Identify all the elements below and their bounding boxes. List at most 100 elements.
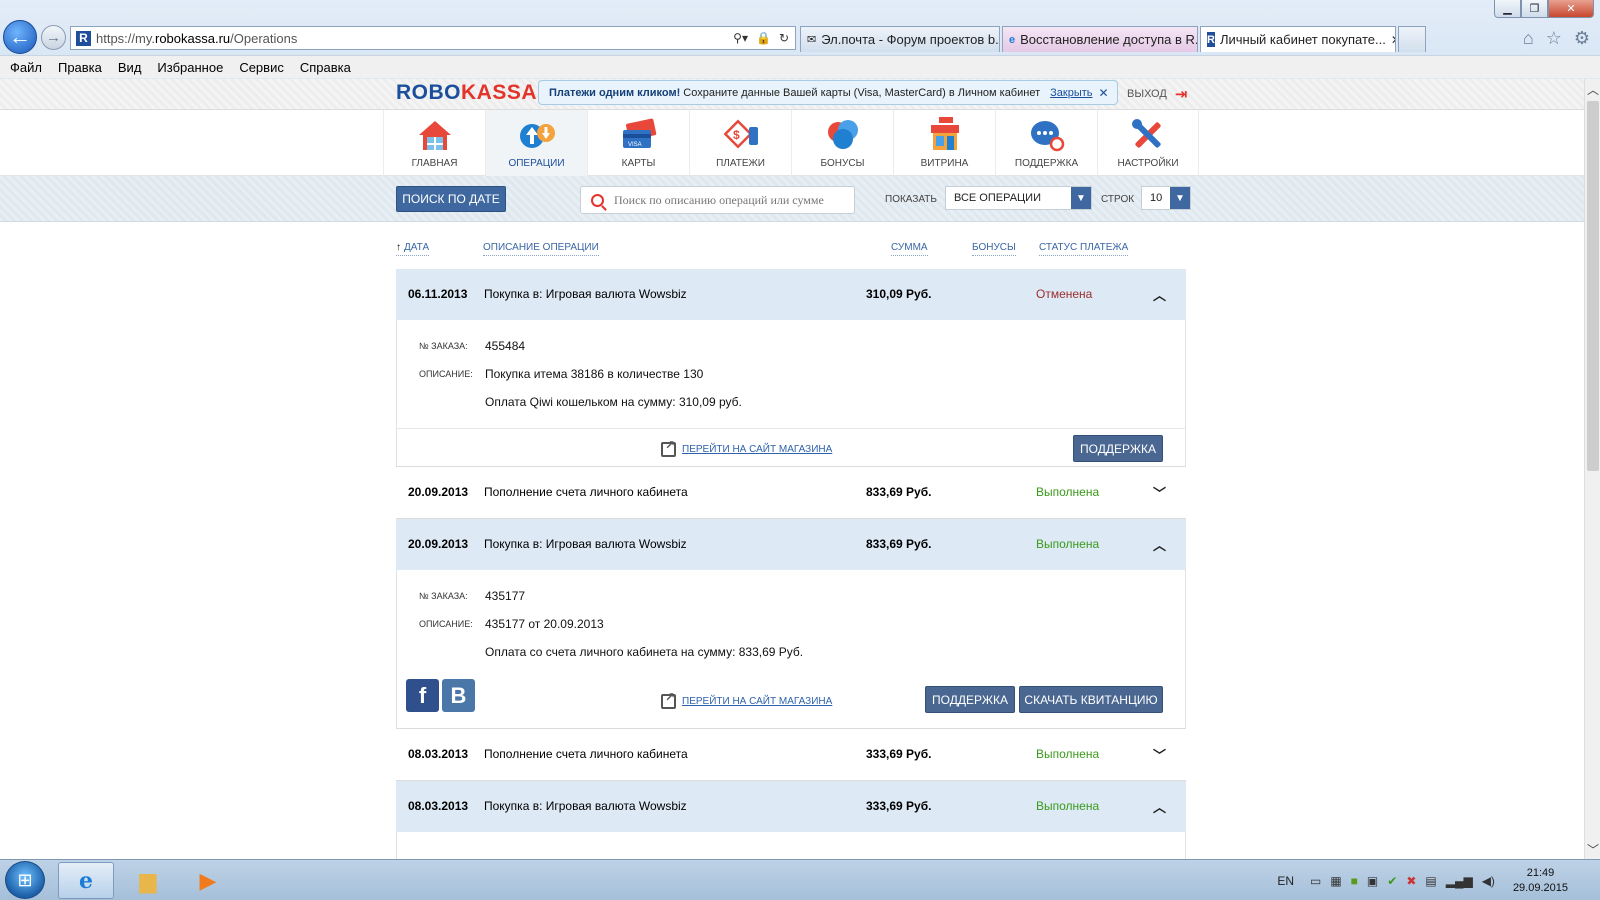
download-receipt-button[interactable]: СКАЧАТЬ КВИТАНЦИЮ: [1019, 686, 1163, 713]
col-description-header[interactable]: ОПИСАНИЕ ОПЕРАЦИИ: [483, 242, 599, 256]
search-box[interactable]: [580, 186, 855, 214]
nav-item-operations[interactable]: ОПЕРАЦИИ: [485, 110, 587, 176]
maximize-button[interactable]: ❐: [1521, 0, 1548, 18]
order-description: Покупка итема 38186 в количестве 130: [485, 367, 704, 381]
language-indicator[interactable]: EN: [1277, 874, 1294, 888]
go-to-shop-link[interactable]: ПЕРЕЙТИ НА САЙТ МАГАЗИНА: [661, 438, 832, 457]
operation-row: 20.09.2013 Покупка в: Игровая валюта Wow…: [396, 519, 1186, 729]
payments-icon: $: [723, 119, 758, 149]
facebook-icon[interactable]: f: [406, 679, 439, 712]
nav-item-cards[interactable]: VISA КАРТЫ: [587, 110, 689, 176]
lock-icon[interactable]: 🔒: [756, 31, 771, 45]
taskbar-explorer[interactable]: ▆: [120, 862, 176, 899]
monitor-icon[interactable]: ▭: [1310, 874, 1321, 888]
home-icon[interactable]: ⌂: [1523, 28, 1534, 49]
nav-item-settings[interactable]: НАСТРОЙКИ: [1097, 110, 1199, 176]
chevron-down-icon: ▼: [1071, 187, 1091, 209]
robokassa-logo[interactable]: ROBOKASSA: [396, 81, 537, 105]
col-bonus-header[interactable]: БОНУСЫ: [972, 242, 1016, 256]
nav-item-home[interactable]: ГЛАВНАЯ: [383, 110, 485, 176]
usb-icon[interactable]: ▤: [1425, 874, 1436, 888]
support-button[interactable]: ПОДДЕРЖКА: [1073, 435, 1163, 462]
arrow-right-icon: →: [46, 29, 61, 46]
promo-close-link[interactable]: Закрыть: [1050, 87, 1092, 99]
nav-item-shop[interactable]: ВИТРИНА: [893, 110, 995, 176]
taskbar-media-player[interactable]: ▶: [180, 862, 236, 899]
operation-summary[interactable]: 08.03.2013 Покупка в: Игровая валюта Wow…: [396, 781, 1186, 832]
nav-item-bonuses[interactable]: БОНУСЫ: [791, 110, 893, 176]
address-bar[interactable]: R https://my.robokassa.ru/Operations ⚲▾ …: [70, 26, 796, 50]
star-icon[interactable]: ☆: [1546, 28, 1562, 49]
operation-actions: f B ПЕРЕЙТИ НА САЙТ МАГАЗИНА ПОДДЕРЖКА С…: [396, 674, 1186, 728]
status-badge: Выполнена: [1036, 799, 1100, 813]
signal-icon[interactable]: ▂▄▆: [1446, 874, 1473, 888]
menu-view[interactable]: Вид: [118, 60, 142, 75]
forward-button[interactable]: →: [41, 25, 66, 50]
menu-tools[interactable]: Сервис: [239, 60, 284, 75]
filter-bar: ПОИСК ПО ДАТЕ ПОКАЗАТЬ ВСЕ ОПЕРАЦИИ ▼ СТ…: [0, 176, 1584, 222]
folder-icon: ▆: [139, 867, 157, 893]
browser-chrome: ▁ ❐ ✕ ← → R https://my.robokassa.ru/Oper…: [0, 0, 1600, 78]
url-text[interactable]: https://my.robokassa.ru/Operations: [96, 31, 733, 46]
flag-icon[interactable]: ✖: [1406, 874, 1416, 888]
promo-title: Платежи одним кликом!: [549, 86, 681, 99]
menu-edit[interactable]: Правка: [58, 60, 102, 75]
vkontakte-icon[interactable]: B: [442, 679, 475, 712]
status-badge: Отменена: [1036, 287, 1093, 301]
go-to-shop-link[interactable]: ПЕРЕЙТИ НА САЙТ МАГАЗИНА: [661, 690, 832, 709]
start-button[interactable]: ⊞: [5, 861, 45, 899]
device-icon[interactable]: ▣: [1367, 874, 1378, 888]
scroll-down-icon[interactable]: ﹀: [1585, 841, 1600, 857]
cards-icon: VISA: [622, 118, 656, 148]
system-clock[interactable]: 21:49 29.09.2015: [1513, 866, 1568, 896]
chevron-up-icon[interactable]: ︿: [1153, 797, 1166, 816]
close-tab-icon[interactable]: ✕: [1386, 33, 1395, 47]
col-status-header[interactable]: СТАТУС ПЛАТЕЖА: [1039, 242, 1129, 256]
scrollbar-thumb[interactable]: [1587, 101, 1599, 471]
network-app-icon[interactable]: ▦: [1330, 874, 1341, 888]
logout-link[interactable]: ВЫХОД ⇥: [1127, 85, 1187, 103]
search-input[interactable]: [614, 192, 849, 208]
search-icon[interactable]: ⚲▾: [733, 31, 748, 45]
close-icon[interactable]: ✕: [1099, 86, 1109, 100]
gear-icon[interactable]: ⚙: [1574, 28, 1590, 49]
close-window-button[interactable]: ✕: [1548, 0, 1594, 18]
chevron-up-icon[interactable]: ︿: [1153, 535, 1166, 554]
nvidia-icon[interactable]: ■: [1351, 874, 1358, 888]
support-button[interactable]: ПОДДЕРЖКА: [925, 686, 1015, 713]
menu-file[interactable]: Файл: [10, 60, 42, 75]
show-label: ПОКАЗАТЬ: [885, 194, 937, 205]
nav-item-payments[interactable]: $ ПЛАТЕЖИ: [689, 110, 791, 176]
operation-summary[interactable]: 06.11.2013 Покупка в: Игровая валюта Wow…: [396, 269, 1186, 320]
menu-help[interactable]: Справка: [300, 60, 351, 75]
tab-restore-access[interactable]: e Восстановление доступа в R...: [1002, 26, 1198, 52]
nav-item-support[interactable]: ПОДДЕРЖКА: [995, 110, 1097, 176]
chevron-down-icon[interactable]: ﹀: [1153, 745, 1166, 764]
new-tab-button[interactable]: [1398, 26, 1426, 52]
search-by-date-button[interactable]: ПОИСК ПО ДАТЕ: [396, 186, 506, 212]
volume-icon[interactable]: ◀): [1482, 874, 1495, 888]
scroll-up-icon[interactable]: ︿: [1585, 81, 1600, 97]
sort-up-icon: ↑: [396, 242, 401, 253]
tab-mail[interactable]: ✉ Эл.почта - Форум проектов b...: [800, 26, 1000, 52]
menu-favorites[interactable]: Избранное: [157, 60, 223, 75]
page-scrollbar[interactable]: ︿ ﹀: [1584, 79, 1600, 859]
back-button[interactable]: ←: [3, 20, 37, 54]
taskbar-ie[interactable]: e: [58, 862, 114, 899]
rows-per-page-select[interactable]: 10 ▼: [1141, 186, 1191, 210]
operations-icon: [519, 124, 555, 148]
refresh-icon[interactable]: ↻: [779, 31, 789, 45]
tab-personal-cabinet[interactable]: R Личный кабинет покупате... ✕: [1200, 26, 1396, 52]
operations-filter-select[interactable]: ВСЕ ОПЕРАЦИИ ▼: [945, 186, 1092, 210]
chevron-up-icon[interactable]: ︿: [1153, 285, 1166, 304]
col-date-header[interactable]: ↑ ДАТА: [396, 242, 430, 256]
ie-icon: e: [79, 867, 93, 894]
operation-summary[interactable]: 08.03.2013 Пополнение счета личного каби…: [396, 729, 1186, 780]
external-link-icon: [661, 690, 676, 709]
operation-summary[interactable]: 20.09.2013 Покупка в: Игровая валюта Wow…: [396, 519, 1186, 570]
shield-icon[interactable]: ✔: [1387, 874, 1397, 888]
operation-summary[interactable]: 20.09.2013 Пополнение счета личного каби…: [396, 467, 1186, 518]
col-sum-header[interactable]: СУММА: [891, 242, 928, 256]
chevron-down-icon[interactable]: ﹀: [1153, 483, 1166, 502]
minimize-button[interactable]: ▁: [1494, 0, 1521, 18]
